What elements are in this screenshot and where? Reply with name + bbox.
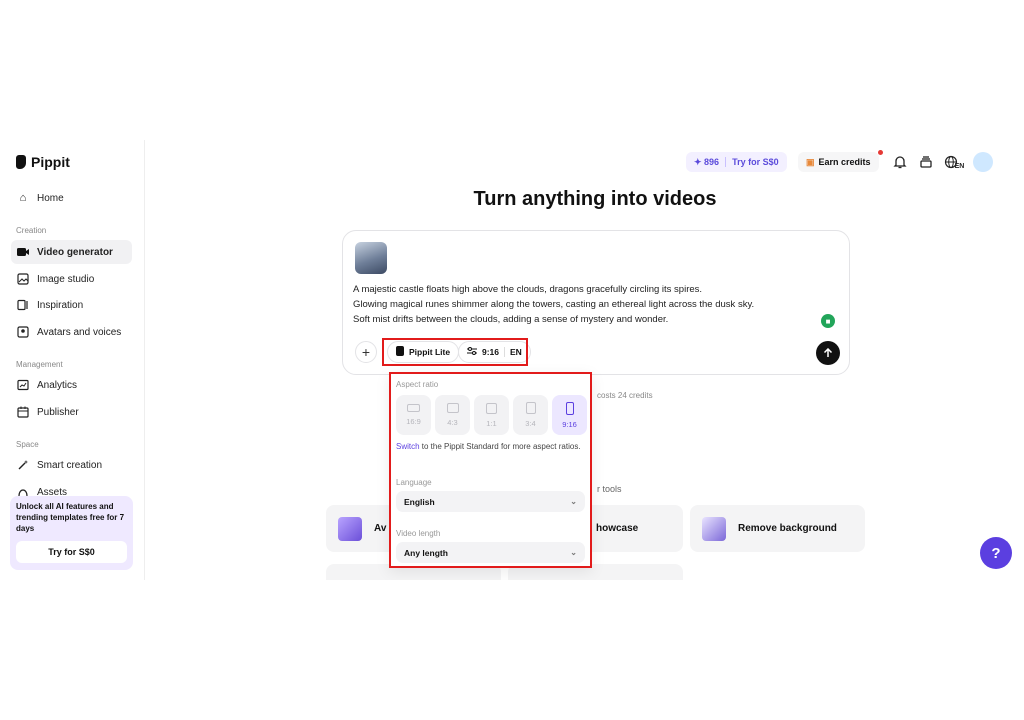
divider: [725, 157, 727, 167]
notification-dot: [878, 150, 883, 155]
prompt-line: Soft mist drifts between the clouds, add…: [353, 314, 669, 325]
sidebar-item-publisher[interactable]: Publisher: [11, 400, 132, 424]
tool-label: howcase: [596, 523, 639, 534]
sidebar-item-label: Analytics: [37, 379, 78, 391]
reference-image-thumbnail[interactable]: [355, 242, 387, 274]
stack-icon[interactable]: [917, 153, 935, 171]
sidebar-item-video-generator[interactable]: Video generator: [11, 240, 132, 264]
video-camera-icon: [17, 246, 29, 258]
language-select[interactable]: English ⌄: [396, 491, 585, 512]
ratio-label: 9:16: [562, 419, 577, 429]
ratio-label: 16:9: [406, 417, 421, 426]
add-attachment-button[interactable]: +: [355, 341, 377, 363]
inspiration-icon: [17, 299, 29, 311]
ratio-option-16-9[interactable]: 16:9: [396, 395, 431, 435]
language-value: English: [404, 496, 435, 507]
avatar[interactable]: [973, 152, 993, 172]
prompt-input[interactable]: A majestic castle floats high above the …: [353, 282, 823, 327]
sidebar-item-label: Smart creation: [37, 459, 103, 471]
prompt-line: Glowing magical runes shimmer along the …: [353, 299, 755, 310]
ratio-option-1-1[interactable]: 1:1: [474, 395, 509, 435]
bell-icon[interactable]: [891, 153, 909, 171]
video-length-value: Any length: [404, 547, 448, 558]
page-title: Turn anything into videos: [473, 188, 717, 210]
sidebar-item-image-studio[interactable]: Image studio: [11, 267, 132, 291]
magic-wand-icon: [17, 459, 29, 471]
sidebar-item-label: Avatars and voices: [37, 326, 122, 338]
highlight-box: [382, 338, 528, 366]
tool-label: Remove background: [738, 523, 837, 534]
ratio-shape: [446, 403, 459, 413]
switch-note-text: to the Pippit Standard for more aspect r…: [419, 442, 581, 451]
brand-name: Pippit: [31, 154, 70, 170]
earn-credits-label: Earn credits: [818, 157, 871, 167]
calendar-icon: [17, 406, 29, 418]
ratio-label: 3:4: [525, 419, 536, 428]
ratio-shape: [486, 402, 497, 414]
try-free-button[interactable]: Try for S$0: [16, 541, 127, 563]
logo[interactable]: Pippit: [16, 154, 70, 170]
language-badge: EN: [954, 162, 965, 170]
tool-thumbnail: [702, 516, 726, 541]
chevron-down-icon: ⌄: [570, 548, 577, 557]
credits-count: ✦ 896: [694, 156, 720, 167]
earn-credits-button[interactable]: ▣ Earn credits: [798, 152, 879, 172]
tool-card-remove-background[interactable]: Remove background: [690, 505, 865, 552]
ratio-option-4-3[interactable]: 4:3: [435, 395, 470, 435]
ratio-shape: [525, 402, 536, 414]
help-button[interactable]: ?: [980, 537, 1012, 569]
ratio-label: 1:1: [486, 418, 497, 428]
tools-label: r tools: [597, 484, 622, 494]
chevron-down-icon: ⌄: [570, 497, 577, 506]
section-label-management: Management: [16, 360, 63, 369]
sidebar-item-inspiration[interactable]: Inspiration: [11, 293, 132, 317]
sidebar-item-label: Publisher: [37, 406, 79, 418]
language-label: Language: [396, 478, 432, 487]
try-label[interactable]: Try for S$0: [732, 157, 779, 167]
sidebar-item-smart-creation[interactable]: Smart creation: [11, 453, 132, 477]
robot-icon[interactable]: ■: [821, 314, 835, 328]
sidebar-item-avatars-voices[interactable]: Avatars and voices: [11, 320, 132, 344]
aspect-ratio-label: Aspect ratio: [396, 380, 439, 389]
ratio-option-9-16[interactable]: 9:16: [552, 395, 587, 435]
promo-text: Unlock all AI features and trending temp…: [16, 502, 125, 533]
tool-thumbnail: [338, 516, 362, 541]
sidebar-item-label: Inspiration: [37, 299, 84, 311]
switch-note: Switch to the Pippit Standard for more a…: [396, 441, 586, 452]
pippit-logo-icon: [16, 155, 26, 169]
sidebar-item-label: Video generator: [37, 246, 113, 258]
avatar-icon: [17, 326, 29, 338]
send-button[interactable]: [816, 341, 840, 365]
sidebar-item-analytics[interactable]: Analytics: [11, 373, 132, 397]
app-window: Pippit ⌂ Home Creation Video generator I…: [0, 140, 1024, 580]
tool-label: Av: [374, 523, 387, 534]
prompt-line: A majestic castle floats high above the …: [353, 284, 703, 295]
analytics-icon: [17, 379, 29, 391]
ratio-option-3-4[interactable]: 3:4: [513, 395, 548, 435]
ratio-shape: [565, 401, 574, 415]
image-icon: [17, 273, 29, 285]
section-label-creation: Creation: [16, 226, 47, 235]
switch-link[interactable]: Switch: [396, 442, 420, 451]
sidebar-item-label: Image studio: [37, 273, 95, 285]
upgrade-promo: Unlock all AI features and trending temp…: [10, 496, 133, 570]
ratio-label: 4:3: [447, 418, 458, 427]
gift-icon: ▣: [806, 156, 815, 167]
video-length-select[interactable]: Any length ⌄: [396, 542, 585, 563]
video-length-label: Video length: [396, 529, 441, 538]
section-label-space: Space: [16, 440, 39, 449]
credits-pill[interactable]: ✦ 896 Try for S$0: [686, 152, 787, 172]
cost-text: costs 24 credits: [597, 391, 653, 400]
globe-icon[interactable]: EN: [943, 153, 965, 171]
ratio-shape: [407, 404, 420, 412]
settings-dropdown: Aspect ratio 16:9 4:3 1:1 3:4 9:16 Switc…: [389, 372, 592, 568]
